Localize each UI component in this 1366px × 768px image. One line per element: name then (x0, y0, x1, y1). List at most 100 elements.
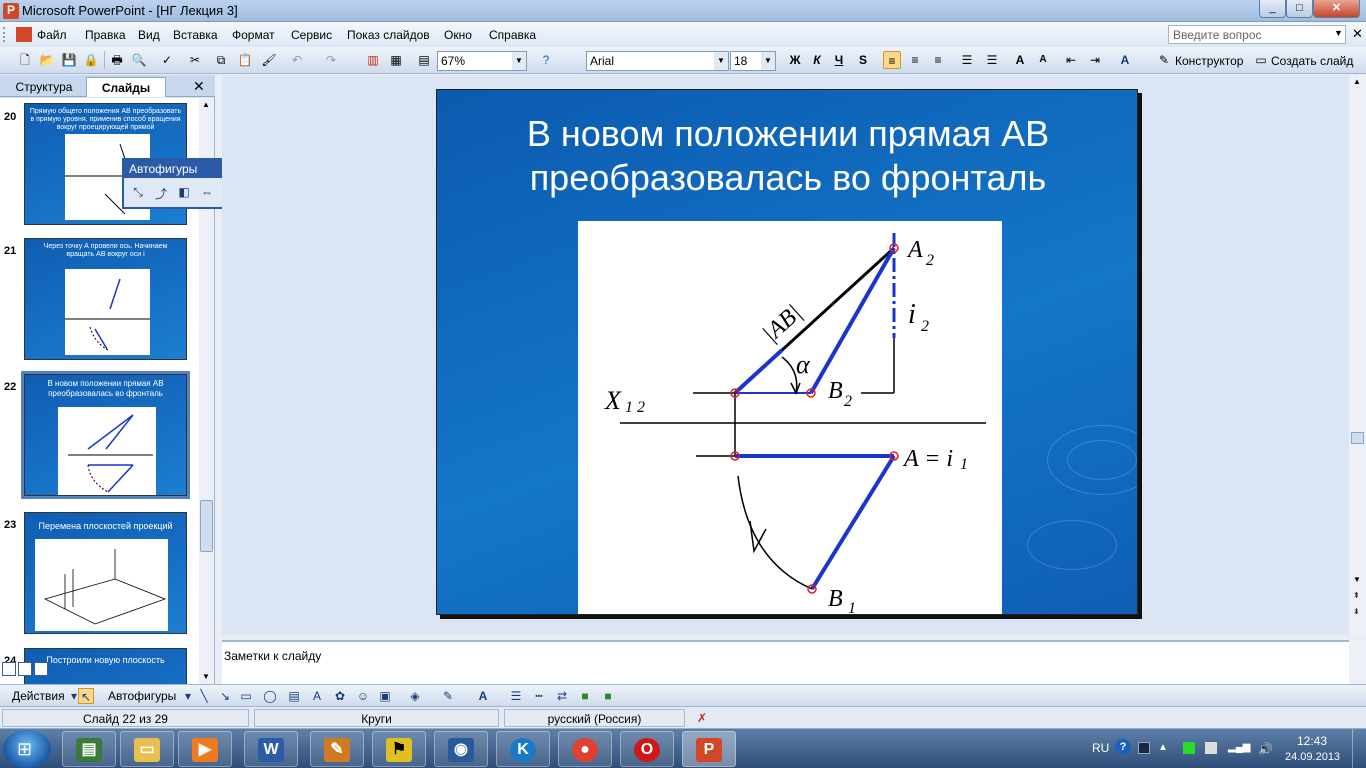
new-slide-icon[interactable]: ▭ (1252, 51, 1270, 69)
font-size-select[interactable]: 18 ▼ (730, 51, 776, 71)
insert-table-icon[interactable]: ▦ (387, 51, 405, 69)
decrease-font-icon[interactable]: A (1034, 51, 1052, 69)
rectangle-icon[interactable]: ▭ (238, 688, 254, 704)
maximize-button[interactable]: □ (1286, 0, 1313, 18)
insert-chart-icon[interactable]: ▥ (364, 51, 382, 69)
tray-app-icon[interactable] (1138, 742, 1150, 754)
scroll-up-icon[interactable]: ▲ (202, 100, 210, 109)
designer-icon[interactable]: ✎ (1155, 51, 1173, 69)
taskbar-app[interactable]: ◉ (434, 731, 488, 767)
taskbar-app-active[interactable]: P (682, 731, 736, 767)
taskbar-app[interactable]: ▶ (178, 731, 232, 767)
numbering-icon[interactable]: ☰ (958, 51, 976, 69)
document-icon[interactable] (16, 27, 32, 42)
help-search-input[interactable]: Введите вопрос (1168, 25, 1346, 44)
format-painter-icon[interactable]: 🖌 (260, 51, 278, 69)
font-color-icon[interactable]: A (475, 688, 491, 704)
taskbar-app[interactable]: O (620, 731, 674, 767)
language-indicator[interactable]: RU (1092, 741, 1109, 755)
undo-icon[interactable]: ↶ (288, 51, 306, 69)
lines-icon[interactable]: ⤡ (128, 184, 148, 204)
current-slide[interactable]: В новом положении прямая АВ преобразовал… (436, 89, 1138, 615)
cut-icon[interactable]: ✂ (186, 51, 204, 69)
copy-icon[interactable]: ⧉ (212, 51, 230, 69)
new-slide-button[interactable]: Создать слайд (1271, 54, 1353, 68)
previous-slide-icon[interactable]: ⇞ (1353, 591, 1360, 600)
scroll-down-icon[interactable]: ▼ (202, 672, 210, 681)
dash-style-icon[interactable]: ┅ (531, 688, 547, 704)
line-color-icon[interactable]: ✎ (440, 688, 456, 704)
zoom-select[interactable]: 67% ▼ (437, 51, 527, 71)
chevron-down-icon[interactable]: ▼ (761, 52, 775, 70)
arrow-icon[interactable]: ↘ (217, 688, 233, 704)
volume-icon[interactable]: 🔊 (1258, 742, 1273, 756)
align-left-icon[interactable]: ≡ (883, 51, 901, 69)
arrow-style-icon[interactable]: ⇄ (554, 688, 570, 704)
slide-thumbnail[interactable]: Перемена плоскостей проекций (24, 512, 187, 634)
scroll-up-icon[interactable]: ▲ (1353, 77, 1361, 86)
help-icon[interactable]: ? (537, 51, 555, 69)
device-tray-icon[interactable] (1205, 742, 1217, 754)
slide-editing-area[interactable]: В новом положении прямая АВ преобразовал… (222, 75, 1349, 635)
grid-icon[interactable]: ▤ (415, 51, 433, 69)
notes-pane[interactable]: Заметки к слайду (222, 640, 1349, 684)
increase-font-icon[interactable]: A (1011, 51, 1029, 69)
help-dropdown-icon[interactable]: ▼ (1334, 28, 1343, 38)
normal-view-icon[interactable] (2, 662, 16, 676)
slide-scrollbar[interactable]: ▲ ▼ ⇞ ⇟ (1349, 75, 1366, 635)
font-select[interactable]: Arial ▼ (586, 51, 729, 71)
powerpoint-icon[interactable] (3, 3, 19, 19)
menu-slideshow[interactable]: Показ слайдов (347, 28, 430, 42)
permission-icon[interactable]: 🔒 (82, 51, 100, 69)
taskbar-app[interactable]: ● (558, 731, 612, 767)
taskbar-app[interactable]: W (244, 731, 298, 767)
taskbar-app[interactable]: K (496, 731, 550, 767)
bold-button[interactable]: Ж (786, 51, 804, 69)
align-right-icon[interactable]: ≡ (929, 51, 947, 69)
tab-outline[interactable]: Структура (4, 77, 84, 97)
diagram-icon[interactable]: ✿ (332, 688, 348, 704)
network-icon[interactable]: ▂▄▆ (1228, 742, 1250, 754)
status-tray-icon[interactable] (1183, 742, 1195, 754)
menu-help[interactable]: Справка (489, 28, 536, 42)
menu-format[interactable]: Формат (232, 28, 275, 42)
notes-scrollbar[interactable] (1349, 640, 1366, 684)
decrease-indent-icon[interactable]: ⇤ (1062, 51, 1080, 69)
menu-insert[interactable]: Вставка (173, 28, 218, 42)
help-tray-icon[interactable]: ? (1115, 739, 1131, 755)
taskbar-app[interactable]: ✎ (310, 731, 364, 767)
show-desktop-button[interactable] (1352, 729, 1366, 768)
clipart-icon[interactable]: ☺ (355, 688, 371, 704)
language-status[interactable]: русский (Россия) (504, 709, 685, 727)
scroll-down-icon[interactable]: ▼ (1353, 575, 1361, 584)
block-arrows-icon[interactable]: ⇔ (197, 184, 217, 204)
menu-window[interactable]: Окно (444, 28, 472, 42)
oval-icon[interactable]: ◯ (262, 688, 278, 704)
underline-button[interactable]: Ч (830, 51, 848, 69)
wordart-icon[interactable]: A (309, 688, 325, 704)
3d-style-icon[interactable]: ■ (600, 688, 616, 704)
print-preview-icon[interactable]: 🔍 (130, 51, 148, 69)
menu-edit[interactable]: Правка (85, 28, 126, 42)
textbox-icon[interactable]: ▤ (286, 688, 302, 704)
toolbar-grip[interactable] (3, 27, 6, 42)
minimize-button[interactable]: _ (1259, 0, 1286, 18)
slide-drawing[interactable]: A 2 i 2 |AB| α B 2 X 1 2 A = i 1 B 1 (578, 221, 1002, 614)
spelling-icon[interactable]: ✓ (158, 51, 176, 69)
shadow-button[interactable]: S (854, 51, 872, 69)
spelling-status-icon[interactable]: ✗ (690, 709, 714, 727)
bullets-icon[interactable]: ☰ (983, 51, 1001, 69)
increase-indent-icon[interactable]: ⇥ (1086, 51, 1104, 69)
italic-button[interactable]: К (808, 51, 826, 69)
select-pointer-icon[interactable]: ↖ (78, 688, 94, 704)
clock-date[interactable]: 24.09.2013 (1285, 751, 1340, 763)
chevron-down-icon[interactable]: ▼ (512, 52, 526, 70)
slide-title[interactable]: В новом положении прямая АВ преобразовал… (467, 112, 1109, 200)
taskbar-app[interactable]: ⚑ (372, 731, 426, 767)
paste-icon[interactable]: 📋 (236, 51, 254, 69)
slide-thumbnail-selected[interactable]: В новом положении прямая АВ преобразовал… (21, 371, 190, 499)
print-icon[interactable]: 🖶 (108, 51, 126, 69)
line-style-icon[interactable]: ☰ (508, 688, 524, 704)
menu-file[interactable]: Файл (37, 28, 67, 42)
next-slide-icon[interactable]: ⇟ (1353, 607, 1360, 616)
